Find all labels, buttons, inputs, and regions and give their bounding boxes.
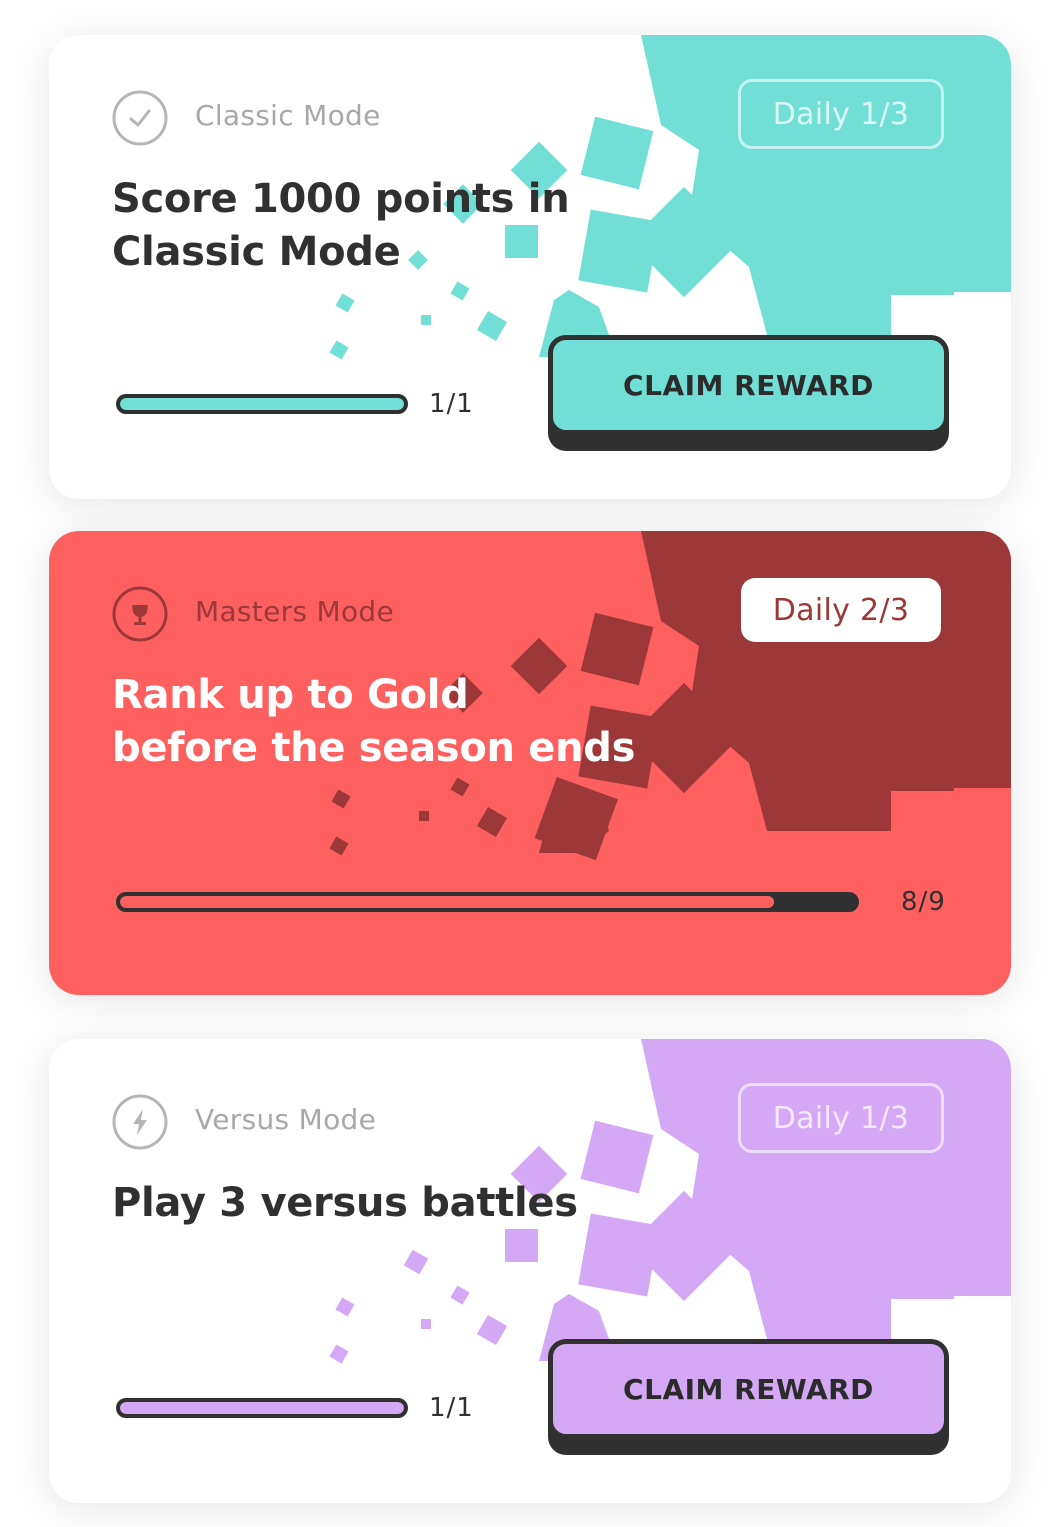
progress-count: 1/1 <box>429 1393 474 1423</box>
progress-count: 8/9 <box>901 887 946 917</box>
lightning-circle-icon <box>112 1094 168 1150</box>
daily-badge: Daily 1/3 <box>738 1083 944 1153</box>
mode-label: Masters Mode <box>195 595 394 628</box>
claim-reward-button[interactable]: CLAIM REWARD <box>548 335 949 451</box>
mode-label: Classic Mode <box>195 99 381 132</box>
check-circle-icon <box>112 90 168 146</box>
mode-label: Versus Mode <box>195 1103 377 1136</box>
progress-bar <box>116 1398 408 1418</box>
quest-card-masters: Masters Mode Rank up to Gold before the … <box>49 531 1011 995</box>
quest-card-versus: Versus Mode Play 3 versus battles Daily … <box>49 1039 1011 1503</box>
progress-fill <box>120 1402 404 1414</box>
daily-badge: Daily 1/3 <box>738 79 944 149</box>
claim-reward-label[interactable]: CLAIM REWARD <box>548 1339 949 1439</box>
quest-title-line: Score 1000 points in <box>112 176 570 222</box>
trophy-circle-icon <box>112 586 168 642</box>
progress-bar <box>116 394 408 414</box>
quest-title-line: Classic Mode <box>112 229 401 275</box>
progress-count: 1/1 <box>429 389 474 419</box>
progress-fill <box>120 398 404 410</box>
quest-title: Score 1000 points in Classic Mode <box>112 173 672 279</box>
claim-reward-label[interactable]: CLAIM REWARD <box>548 335 949 435</box>
progress-bar <box>116 892 859 912</box>
quest-title: Rank up to Gold before the season ends <box>112 669 732 775</box>
quest-title-line: Play 3 versus battles <box>112 1180 578 1226</box>
quest-card-classic: Classic Mode Score 1000 points in Classi… <box>49 35 1011 499</box>
daily-badge: Daily 2/3 <box>741 578 941 642</box>
quest-title: Play 3 versus battles <box>112 1177 672 1230</box>
progress-fill <box>120 896 775 908</box>
claim-reward-button[interactable]: CLAIM REWARD <box>548 1339 949 1455</box>
quest-title-line: Rank up to Gold <box>112 672 469 718</box>
quest-title-line: before the season ends <box>112 725 636 771</box>
